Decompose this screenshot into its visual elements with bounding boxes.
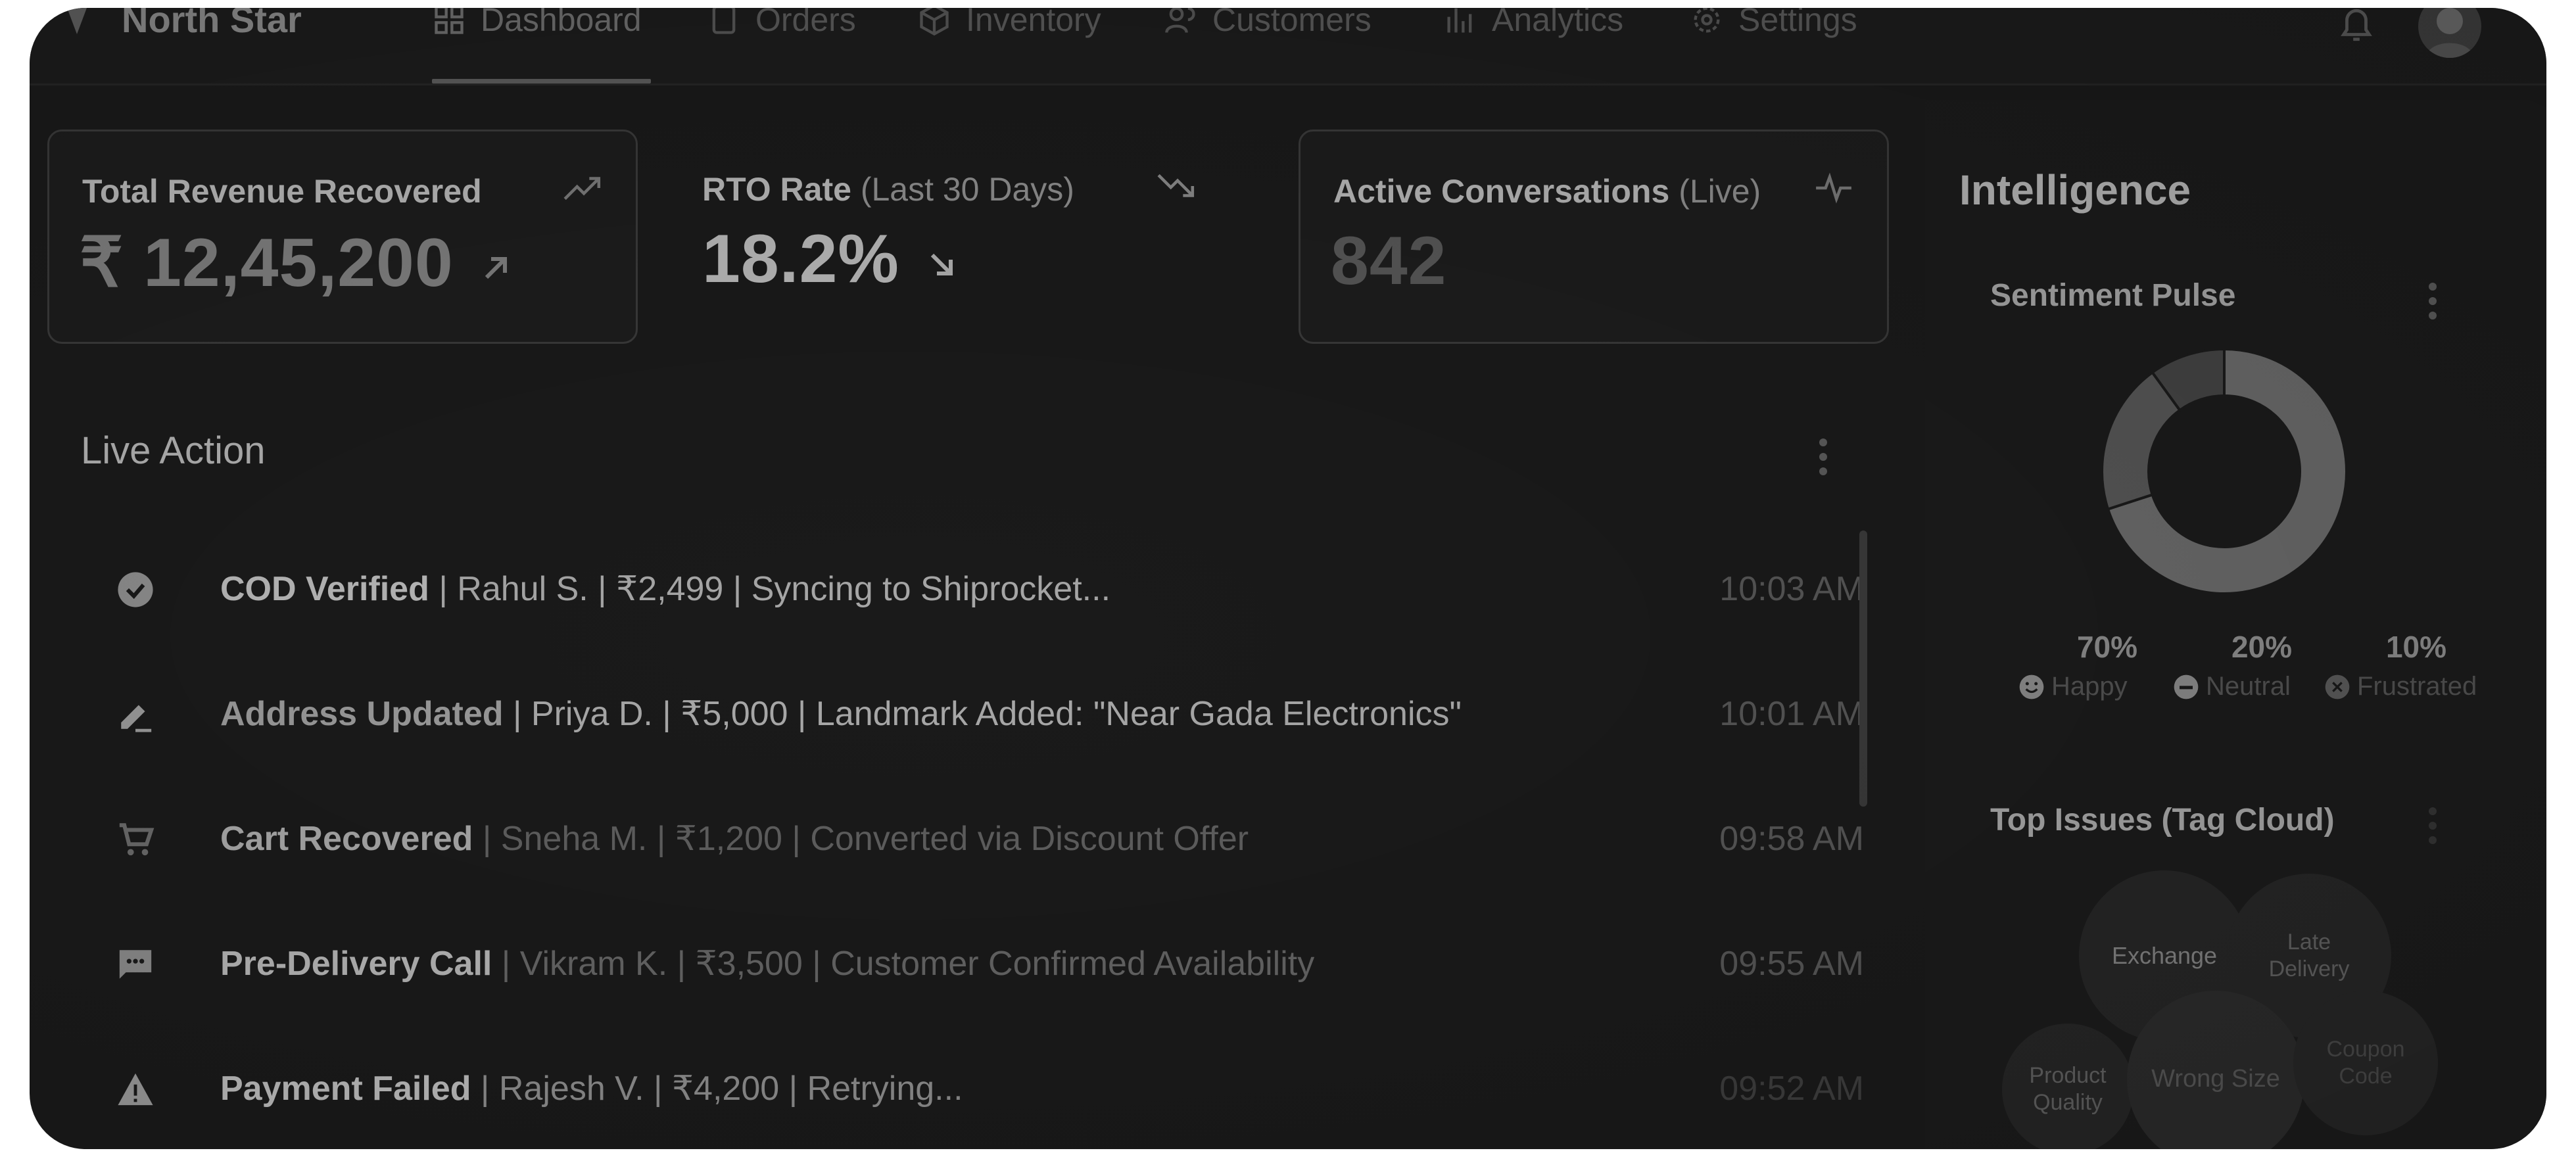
live-action-scrollbar[interactable] bbox=[1859, 531, 1867, 807]
sentiment-pct-neutral: 20% bbox=[2231, 630, 2293, 664]
trend-up-icon bbox=[563, 177, 601, 201]
top-issues-title: Top Issues (Tag Cloud) bbox=[1990, 803, 2335, 838]
live-action-title: Live Action bbox=[81, 429, 266, 472]
activity-details: | Rajesh V. | ₹4,200 | Retrying... bbox=[471, 1070, 963, 1108]
sentiment-menu-icon[interactable] bbox=[2429, 283, 2437, 322]
stat-title: RTO Rate (Last 30 Days) bbox=[702, 171, 1074, 208]
nav-item-label: Settings bbox=[1738, 8, 1857, 38]
nav-item-orders[interactable]: Orders bbox=[707, 8, 856, 46]
check-circle-icon bbox=[118, 572, 153, 607]
activity-time: 09:55 AM bbox=[1719, 945, 1864, 983]
stat-value: 18.2% bbox=[702, 220, 960, 298]
sentiment-label-frustrated: Frustrated bbox=[2324, 672, 2477, 701]
stat-value: 842 bbox=[1331, 223, 1447, 299]
nav-item-label: Inventory bbox=[966, 8, 1101, 38]
tag-product-quality[interactable]: Product Quality bbox=[2002, 1024, 2134, 1149]
sentiment-donut-chart bbox=[2101, 347, 2348, 595]
brand-name: North Star bbox=[122, 8, 302, 40]
activity-details: | Rahul S. | ₹2,499 | Syncing to Shiproc… bbox=[429, 570, 1111, 608]
activity-event: Pre-Delivery Call bbox=[220, 945, 492, 983]
x-circle-icon bbox=[2325, 674, 2350, 699]
nav-item-label: Analytics bbox=[1492, 8, 1624, 38]
users-icon bbox=[1165, 8, 1195, 34]
minus-circle-icon bbox=[2174, 674, 2199, 699]
live-action-menu-icon[interactable] bbox=[1819, 438, 1827, 478]
bar-chart-icon bbox=[1447, 8, 1472, 33]
activity-row[interactable]: Pre-Delivery Call | Vikram K. | ₹3,500 |… bbox=[102, 923, 1864, 1002]
app-window: North Star Dashboard Orders Inventory Cu… bbox=[30, 8, 2546, 1149]
nav-item-dashboard[interactable]: Dashboard bbox=[432, 8, 642, 46]
active-tab-indicator bbox=[432, 79, 651, 83]
nav-item-label: Customers bbox=[1212, 8, 1371, 38]
activity-time: 10:01 AM bbox=[1719, 695, 1864, 733]
activity-time: 09:52 AM bbox=[1719, 1070, 1864, 1108]
activity-event: Payment Failed bbox=[220, 1070, 471, 1108]
activity-details: | Vikram K. | ₹3,500 | Customer Confirme… bbox=[492, 945, 1315, 983]
activity-event: Address Updated bbox=[220, 695, 504, 733]
activity-details: | Sneha M. | ₹1,200 | Converted via Disc… bbox=[473, 820, 1249, 858]
trend-down-icon bbox=[1157, 174, 1195, 197]
activity-details: | Priya D. | ₹5,000 | Landmark Added: "N… bbox=[503, 695, 1462, 733]
top-navigation: North Star Dashboard Orders Inventory Cu… bbox=[30, 8, 2546, 85]
bell-icon[interactable] bbox=[2337, 8, 2375, 45]
stat-card-rto-rate: RTO Rate (Last 30 Days) 18.2% bbox=[669, 130, 1248, 344]
nav-item-settings[interactable]: Settings bbox=[1690, 8, 1857, 46]
activity-event: COD Verified bbox=[220, 570, 429, 608]
activity-text: Address Updated | Priya D. | ₹5,000 | La… bbox=[220, 693, 1462, 735]
tag-coupon-code[interactable]: Coupon Code bbox=[2293, 991, 2438, 1135]
activity-row[interactable]: Cart Recovered | Sneha M. | ₹1,200 | Con… bbox=[102, 798, 1864, 877]
activity-row[interactable]: COD Verified | Rahul S. | ₹2,499 | Synci… bbox=[102, 548, 1864, 627]
sentiment-label-neutral: Neutral bbox=[2173, 672, 2291, 701]
arrow-up-right-icon bbox=[485, 256, 507, 279]
activity-time: 10:03 AM bbox=[1719, 570, 1864, 608]
cart-icon bbox=[119, 823, 155, 856]
logo-icon bbox=[67, 8, 87, 34]
activity-text: Cart Recovered | Sneha M. | ₹1,200 | Con… bbox=[220, 818, 1249, 860]
sentiment-label-happy: Happy bbox=[2018, 672, 2128, 701]
gear-icon bbox=[1694, 8, 1720, 33]
avatar-image bbox=[2426, 8, 2473, 58]
user-avatar[interactable] bbox=[2418, 8, 2481, 58]
activity-event: Cart Recovered bbox=[220, 820, 473, 858]
sentiment-pct-frustrated: 10% bbox=[2385, 630, 2447, 664]
pulse-icon bbox=[1816, 172, 1851, 204]
chat-icon bbox=[119, 950, 152, 979]
box-icon bbox=[920, 8, 949, 36]
activity-row[interactable]: Payment Failed | Rajesh V. | ₹4,200 | Re… bbox=[102, 1048, 1864, 1127]
stat-value: ₹ 12,45,200 bbox=[80, 222, 514, 302]
intelligence-title: Intelligence bbox=[1959, 166, 2191, 214]
nav-item-label: Dashboard bbox=[481, 8, 642, 38]
clipboard-icon bbox=[712, 8, 736, 34]
activity-text: COD Verified | Rahul S. | ₹2,499 | Synci… bbox=[220, 568, 1110, 610]
nav-item-inventory[interactable]: Inventory bbox=[917, 8, 1101, 46]
sentiment-pulse-title: Sentiment Pulse bbox=[1990, 278, 2236, 313]
top-issues-menu-icon[interactable] bbox=[2429, 807, 2437, 847]
stat-title: Total Revenue Recovered bbox=[82, 173, 482, 210]
stat-card-active-conversations: Active Conversations (Live) 842 bbox=[1299, 130, 1889, 344]
nav-item-customers[interactable]: Customers bbox=[1164, 8, 1371, 46]
stat-title: Active Conversations (Live) bbox=[1333, 173, 1761, 210]
activity-text: Payment Failed | Rajesh V. | ₹4,200 | Re… bbox=[220, 1068, 963, 1110]
edit-icon bbox=[121, 705, 152, 732]
activity-text: Pre-Delivery Call | Vikram K. | ₹3,500 |… bbox=[220, 943, 1314, 985]
grid-icon bbox=[435, 8, 464, 34]
sentiment-pct-happy: 70% bbox=[2076, 630, 2138, 664]
warning-icon bbox=[118, 1073, 153, 1106]
stat-card-revenue: Total Revenue Recovered ₹ 12,45,200 bbox=[47, 130, 638, 344]
nav-item-label: Orders bbox=[755, 8, 856, 38]
nav-item-analytics[interactable]: Analytics bbox=[1443, 8, 1623, 46]
smile-icon bbox=[2019, 674, 2044, 699]
activity-row[interactable]: Address Updated | Priya D. | ₹5,000 | La… bbox=[102, 673, 1864, 752]
activity-time: 09:58 AM bbox=[1719, 820, 1864, 858]
arrow-down-right-icon bbox=[930, 253, 953, 275]
